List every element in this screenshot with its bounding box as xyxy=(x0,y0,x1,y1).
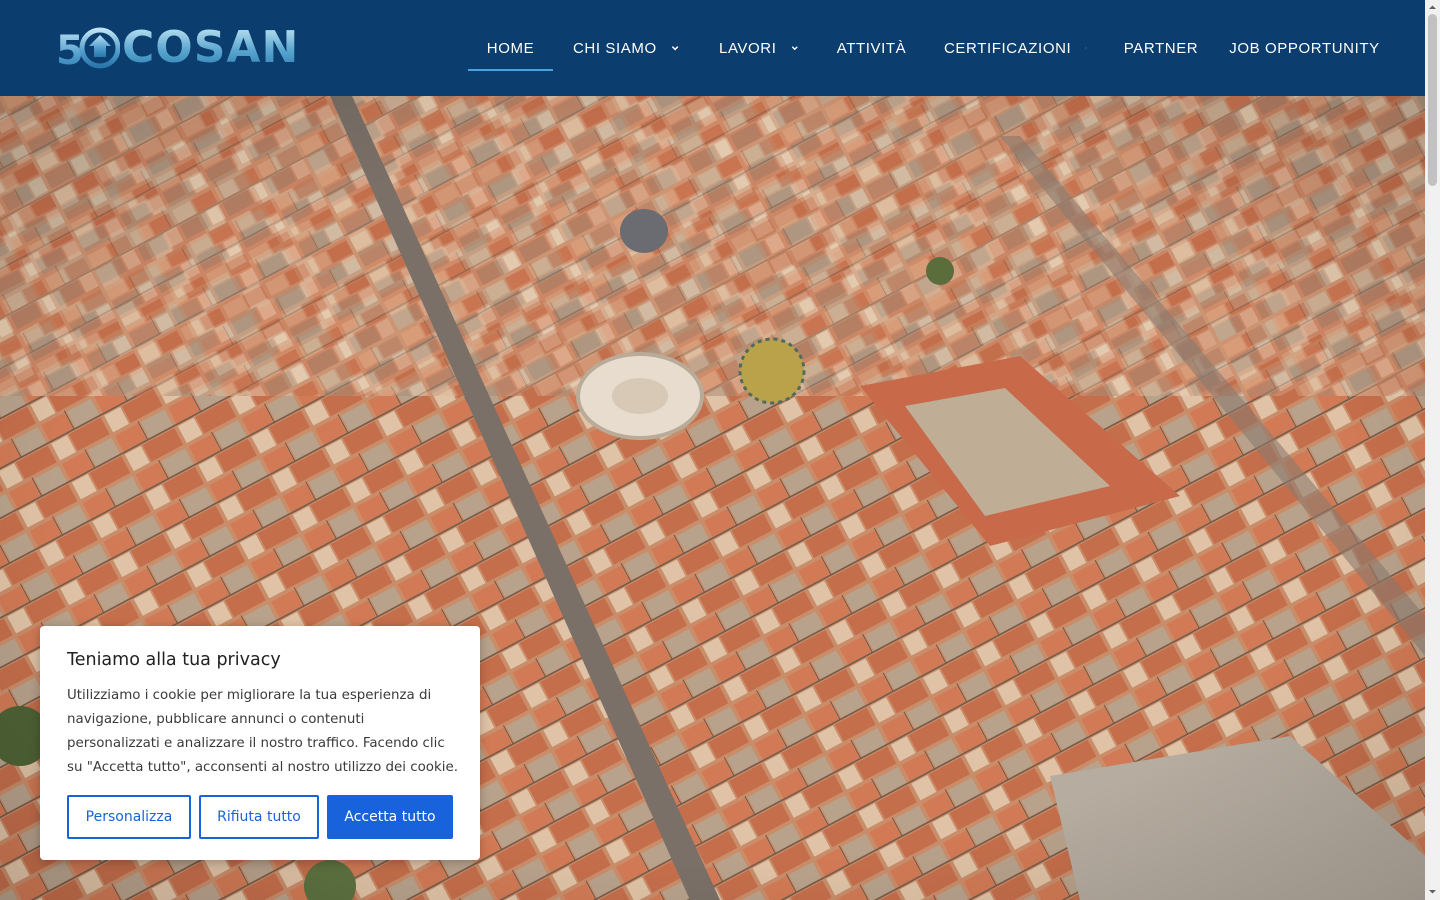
nav-certificazioni-label: CERTIFICAZIONI xyxy=(944,39,1072,57)
reject-all-button[interactable]: Rifiuta tutto xyxy=(199,795,319,839)
scroll-down-arrow-icon[interactable] xyxy=(1428,887,1437,896)
nav-home-label: HOME xyxy=(486,39,535,57)
nav-attivita-label: ATTIVITÀ xyxy=(836,39,907,57)
page-scrollbar[interactable] xyxy=(1425,0,1440,900)
chevron-down-icon xyxy=(791,46,798,51)
cookie-title: Teniamo alla tua privacy xyxy=(67,650,281,670)
nav-certificazioni[interactable]: CERTIFICAZIONI xyxy=(944,0,1087,96)
nav-lavori-label: LAVORI xyxy=(719,39,777,57)
site-header: 5 COSAN HOME CHI SIAMO LAVORI ATTIVITÀ C… xyxy=(0,0,1425,96)
nav-chi-siamo[interactable]: CHI SIAMO xyxy=(573,0,679,96)
nav-partner-label: PARTNER xyxy=(1123,39,1199,57)
logo-50-emblem-icon: 5 xyxy=(56,27,120,70)
customize-button[interactable]: Personalizza xyxy=(67,795,191,839)
nav-attivita[interactable]: ATTIVITÀ xyxy=(836,0,907,96)
cosan-logo[interactable]: 5 COSAN xyxy=(56,22,300,73)
nav-lavori[interactable]: LAVORI xyxy=(719,0,798,96)
cookie-buttons: Personalizza Rifiuta tutto Accetta tutto xyxy=(67,795,453,839)
cookie-consent-banner: Teniamo alla tua privacy Utilizziamo i c… xyxy=(40,626,480,860)
cookie-description: Utilizziamo i cookie per migliorare la t… xyxy=(67,688,458,775)
nav-job-opportunity[interactable]: JOB OPPORTUNITY xyxy=(1229,0,1379,96)
scrollbar-thumb[interactable] xyxy=(1428,14,1437,186)
nav-partner[interactable]: PARTNER xyxy=(1124,0,1198,96)
chevron-down-icon xyxy=(1085,47,1087,49)
scroll-up-arrow-icon[interactable] xyxy=(1428,3,1437,12)
logo-text: COSAN xyxy=(122,22,300,73)
accept-all-button[interactable]: Accetta tutto xyxy=(327,795,453,839)
nav-home[interactable]: HOME xyxy=(468,0,553,96)
nav-chi-siamo-label: CHI SIAMO xyxy=(573,39,657,57)
nav-job-opportunity-label: JOB OPPORTUNITY xyxy=(1229,39,1380,57)
chevron-down-icon xyxy=(671,46,679,51)
